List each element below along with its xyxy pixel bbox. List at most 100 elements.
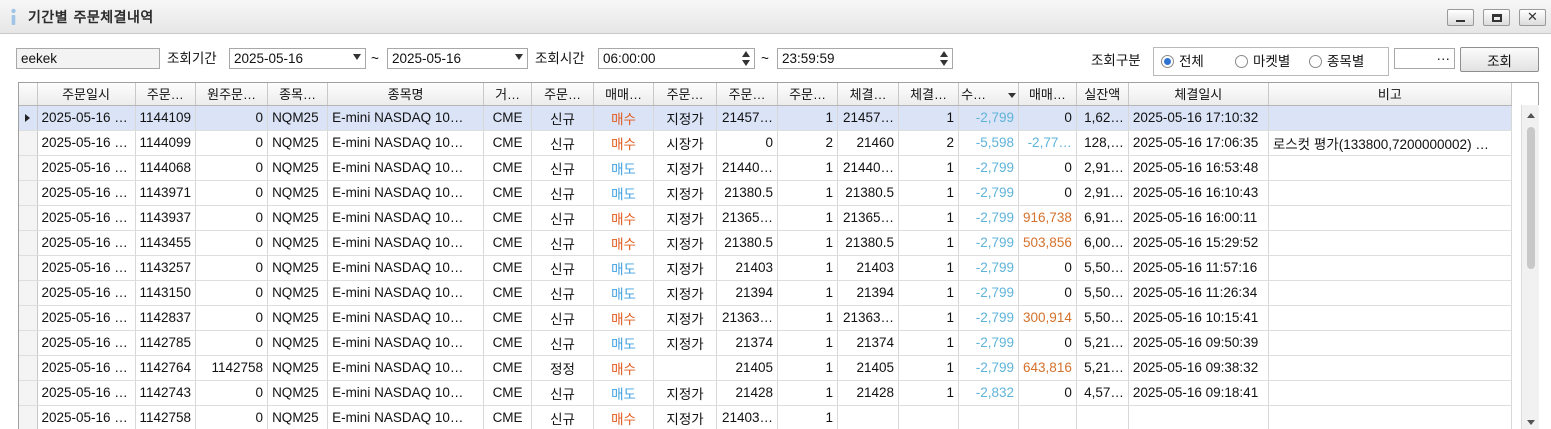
table-cell[interactable]: 1 [898,205,960,231]
table-cell[interactable]: 지정가 [653,255,718,281]
table-cell[interactable] [1268,155,1512,181]
table-cell[interactable]: 6,00… [1076,230,1129,256]
row-header[interactable] [19,380,38,406]
table-cell[interactable]: E-mini NASDAQ 10… [327,330,485,356]
table-cell[interactable]: 0 [195,255,269,281]
table-cell[interactable]: -2,799 [958,205,1020,231]
table-cell[interactable]: 2 [898,130,960,156]
table-cell[interactable]: E-mini NASDAQ 10… [327,105,485,131]
table-cell[interactable]: 0 [1018,180,1077,206]
table-cell[interactable]: 0 [195,105,269,131]
table-cell[interactable]: 1 [777,205,839,231]
table-cell[interactable]: 21428 [716,380,779,406]
table-cell[interactable]: 2025-05-16 11:26:34 [1128,280,1269,306]
table-cell[interactable]: CME [483,130,533,156]
table-cell[interactable]: 0 [195,155,269,181]
table-cell[interactable]: 0 [195,405,269,429]
table-cell[interactable]: E-mini NASDAQ 10… [327,255,485,281]
column-header[interactable]: 주문… [716,83,779,106]
table-cell[interactable]: -2,799 [958,255,1020,281]
table-cell[interactable]: 1 [898,355,960,381]
table-cell[interactable]: 2025-05-16 … [37,105,136,131]
table-cell[interactable]: 1143455 [135,230,197,256]
table-cell[interactable]: 지정가 [653,280,718,306]
table-cell[interactable]: 1 [777,305,839,331]
row-header[interactable] [19,205,38,231]
table-cell[interactable]: NQM25 [267,130,329,156]
table-cell[interactable]: 2025-05-16 16:00:11 [1128,205,1269,231]
radio-symbol[interactable] [1309,55,1322,68]
row-header[interactable] [19,180,38,206]
table-cell[interactable]: 21457… [716,105,779,131]
table-row[interactable]: 2025-05-16 … 1142764 1142758 NQM25 E-mini NA… [19,355,1512,381]
table-cell[interactable]: 21380.5 [837,230,900,256]
table-row[interactable]: 2025-05-16 … 1142743 0 NQM25 E-mini NASDAQ 1… [19,380,1512,406]
table-cell[interactable]: 1 [898,155,960,181]
table-cell[interactable]: E-mini NASDAQ 10… [327,180,485,206]
table-cell[interactable]: 0 [195,305,269,331]
column-header[interactable]: 체결… [837,83,900,106]
table-cell[interactable]: 신규 [531,405,595,429]
table-cell[interactable]: 0 [195,180,269,206]
table-cell[interactable]: 2025-05-16 09:50:39 [1128,330,1269,356]
table-cell[interactable]: 매도 [593,280,655,306]
table-cell[interactable]: 2025-05-16 17:06:35 [1128,130,1269,156]
row-header[interactable] [19,330,38,356]
radio-all[interactable] [1161,55,1174,68]
column-header[interactable]: 주문… [531,83,595,106]
spin-arrows-icon[interactable] [742,50,751,67]
table-cell[interactable]: E-mini NASDAQ 10… [327,380,485,406]
table-row[interactable]: 2025-05-16 … 1143971 0 NQM25 E-mini NASDAQ 1… [19,180,1512,206]
table-cell[interactable]: 신규 [531,105,595,131]
table-cell[interactable] [1268,405,1512,429]
table-cell[interactable]: 매도 [593,255,655,281]
table-cell[interactable]: E-mini NASDAQ 10… [327,305,485,331]
table-cell[interactable]: 시장가 [653,130,718,156]
table-cell[interactable]: 0 [1018,380,1077,406]
table-cell[interactable]: 1 [898,305,960,331]
table-cell[interactable] [653,355,718,381]
table-cell[interactable]: 지정가 [653,180,718,206]
close-button[interactable]: ✕ [1519,9,1546,26]
table-cell[interactable]: -2,799 [958,305,1020,331]
table-cell[interactable]: 지정가 [653,205,718,231]
table-cell[interactable]: CME [483,255,533,281]
table-cell[interactable]: 21405 [716,355,779,381]
time-from-stepper[interactable]: 06:00:00 [598,48,755,69]
table-cell[interactable]: 2025-05-16 … [37,155,136,181]
table-cell[interactable]: 2025-05-16 15:29:52 [1128,230,1269,256]
column-header[interactable]: 주문… [135,83,197,106]
table-cell[interactable]: -2,832 [958,380,1020,406]
table-cell[interactable]: 0 [195,380,269,406]
table-cell[interactable]: 1 [777,280,839,306]
table-cell[interactable]: NQM25 [267,405,329,429]
scroll-thumb[interactable] [1527,127,1535,269]
table-cell[interactable] [1268,105,1512,131]
column-header[interactable]: 체결… [898,83,960,106]
table-cell[interactable]: 1144068 [135,155,197,181]
table-cell[interactable] [1128,405,1269,429]
table-cell[interactable]: 신규 [531,180,595,206]
table-cell[interactable]: 1143937 [135,205,197,231]
table-cell[interactable]: 2,91… [1076,180,1129,206]
table-cell[interactable]: CME [483,355,533,381]
table-cell[interactable]: 1142785 [135,330,197,356]
table-cell[interactable]: 2025-05-16 … [37,405,136,429]
table-cell[interactable]: 지정가 [653,305,718,331]
table-cell[interactable]: NQM25 [267,205,329,231]
table-row[interactable]: 2025-05-16 … 1144099 0 NQM25 E-mini NASDAQ 1… [19,130,1512,156]
table-cell[interactable]: NQM25 [267,105,329,131]
table-cell[interactable] [1268,355,1512,381]
table-cell[interactable]: 1 [777,180,839,206]
radio-symbol-label[interactable]: 종목별 [1327,53,1364,70]
column-header-sorted[interactable]: 수… [958,83,1020,106]
table-cell[interactable]: 1,62… [1076,105,1129,131]
account-input[interactable]: eekek [16,48,160,69]
table-cell[interactable]: 매도 [593,380,655,406]
table-row[interactable]: 2025-05-16 … 1142758 0 NQM25 E-mini NASDAQ 1… [19,405,1512,429]
table-cell[interactable]: 2025-05-16 … [37,305,136,331]
table-cell[interactable]: 신규 [531,380,595,406]
table-cell[interactable]: -2,799 [958,155,1020,181]
table-cell[interactable] [1268,380,1512,406]
table-cell[interactable]: -5,598 [958,130,1020,156]
